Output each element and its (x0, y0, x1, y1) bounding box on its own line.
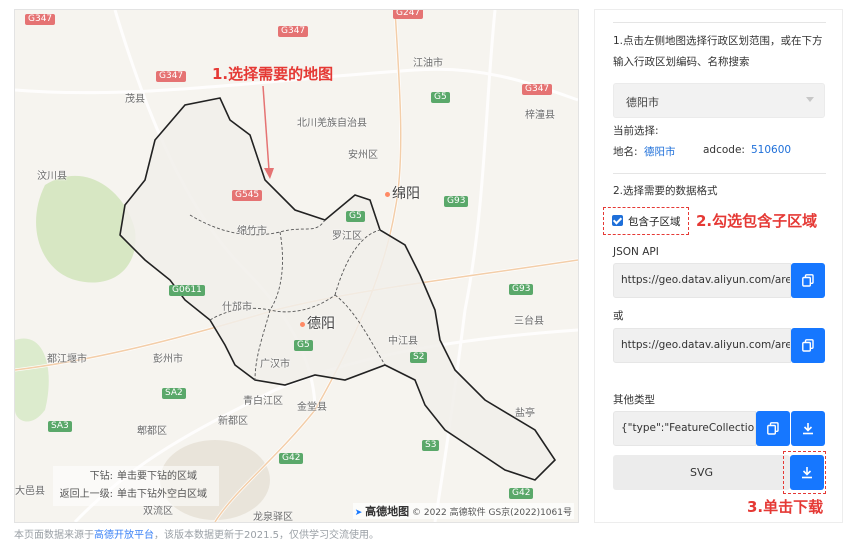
checkbox-checked-icon[interactable] (612, 215, 623, 226)
place-label: 彭州市 (153, 354, 183, 365)
copy-icon (802, 339, 814, 352)
divider (613, 173, 826, 174)
map-attribution: ➤ 高德地图 © 2022 高德软件 GS京(2022)1061号 (352, 503, 574, 519)
place-label: 广汉市 (260, 359, 290, 370)
annotation-step2: 2.勾选包含子区域 (696, 212, 818, 230)
adcode-label: adcode: (703, 144, 745, 156)
highway-badge: G42 (509, 488, 534, 499)
place-label: 都江堰市 (47, 354, 87, 365)
place-label: 青白江区 (243, 396, 283, 407)
highway-badge: G0611 (169, 285, 205, 296)
highway-badge: G5 (294, 340, 313, 351)
highway-badge: G347 (522, 84, 553, 95)
include-subregion-checkbox-wrapper[interactable]: 包含子区域 (603, 207, 689, 235)
highway-badge: SA3 (48, 421, 72, 432)
place-label: 龙泉驿区 (253, 512, 293, 523)
place-label: 梓潼县 (525, 110, 555, 121)
geojson-content-field[interactable]: {"type":"FeatureCollection","features":[… (613, 411, 756, 446)
place-label: 金堂县 (297, 402, 327, 413)
include-subregion-label[interactable]: 包含子区域 (628, 214, 681, 229)
place-label: 罗江区 (332, 231, 362, 242)
download-svg-button[interactable] (790, 455, 824, 490)
json-api-url-field[interactable]: https://geo.datav.aliyun.com/areas_v3/bo… (613, 263, 791, 298)
copy-icon (767, 422, 779, 435)
city-label-deyang: 德阳 (300, 313, 335, 333)
amap-open-platform-link[interactable]: 高德开放平台 (94, 530, 154, 541)
highway-badge: G42 (279, 453, 304, 464)
or-label: 或 (613, 310, 624, 322)
highway-badge: G545 (232, 190, 263, 201)
step1-instruction: 1.点击左侧地图选择行政区划范围，或在下方 (613, 35, 823, 47)
copy-geojson-button[interactable] (756, 411, 790, 446)
download-icon (803, 423, 813, 435)
copy-icon (802, 274, 814, 287)
place-label: 新都区 (218, 416, 248, 427)
data-source-footer: 本页面数据来源于高德开放平台，该版本数据更新于2021.5，仅供学习交流使用。 (14, 530, 379, 541)
place-label: 安州区 (348, 150, 378, 161)
geojson-url-field[interactable]: https://geo.datav.aliyun.com/areas_v3/bo… (613, 328, 791, 363)
highway-badge: G5 (346, 211, 365, 222)
highway-badge: G247 (393, 10, 424, 19)
step1-instruction-cont: 输入行政区划编码、名称搜索 (613, 56, 750, 68)
region-select[interactable]: 德阳市 (613, 83, 825, 118)
place-label: 中江县 (388, 336, 418, 347)
other-types-label: 其他类型 (613, 394, 655, 406)
map-hint: 下钻: 单击要下钻的区域 返回上一级: 单击下钻外空白区域 (53, 466, 219, 506)
current-selection-label: 当前选择: (613, 125, 659, 137)
amap-logo-icon: ➤ (354, 508, 363, 518)
step2-instruction: 2.选择需要的数据格式 (613, 185, 718, 197)
place-label: 大邑县 (15, 486, 45, 497)
city-label-mianyang: 绵阳 (385, 183, 420, 203)
divider (613, 22, 826, 23)
annotation-step3: 3.单击下载 (747, 498, 824, 516)
place-label: 郫都区 (137, 426, 167, 437)
highway-badge: G347 (156, 71, 187, 82)
download-icon (802, 467, 812, 479)
control-panel: 1.点击左侧地图选择行政区划范围，或在下方 输入行政区划编码、名称搜索 德阳市 … (594, 9, 843, 523)
download-geojson-button[interactable] (791, 411, 825, 446)
place-label: 江油市 (413, 58, 443, 69)
annotation-arrow-icon (262, 85, 274, 179)
copy-geojson-url-button[interactable] (791, 328, 825, 363)
place-label: 盐亭 (515, 408, 535, 419)
place-label: 三台县 (514, 316, 544, 327)
highway-badge: G347 (278, 26, 309, 37)
place-label: 北川羌族自治县 (297, 118, 367, 129)
copy-json-api-button[interactable] (791, 263, 825, 298)
place-label: 绵竹市 (237, 226, 267, 237)
map-basemap (15, 10, 578, 522)
annotation-step1: 1.选择需要的地图 (212, 65, 334, 83)
place-label: 什邡市 (222, 302, 252, 313)
highway-badge: S2 (410, 352, 428, 363)
svg-format-field: SVG (613, 455, 790, 490)
chevron-down-icon (806, 97, 814, 102)
json-api-label: JSON API (613, 246, 659, 258)
highway-badge: G347 (25, 14, 56, 25)
highway-badge: G5 (431, 92, 450, 103)
highway-badge: G93 (444, 196, 469, 207)
adcode-value[interactable]: 510600 (751, 144, 791, 156)
name-value[interactable]: 德阳市 (644, 144, 676, 159)
highway-badge: G93 (509, 284, 534, 295)
highway-badge: S3 (422, 440, 440, 451)
place-label: 茂县 (125, 94, 145, 105)
place-label: 汶川县 (37, 171, 67, 182)
highway-badge: SA2 (162, 388, 186, 399)
map-canvas[interactable]: G347 G247 G347 G347 G347 G5 G545 G93 G5 … (14, 9, 579, 523)
name-label: 地名: (613, 146, 638, 158)
